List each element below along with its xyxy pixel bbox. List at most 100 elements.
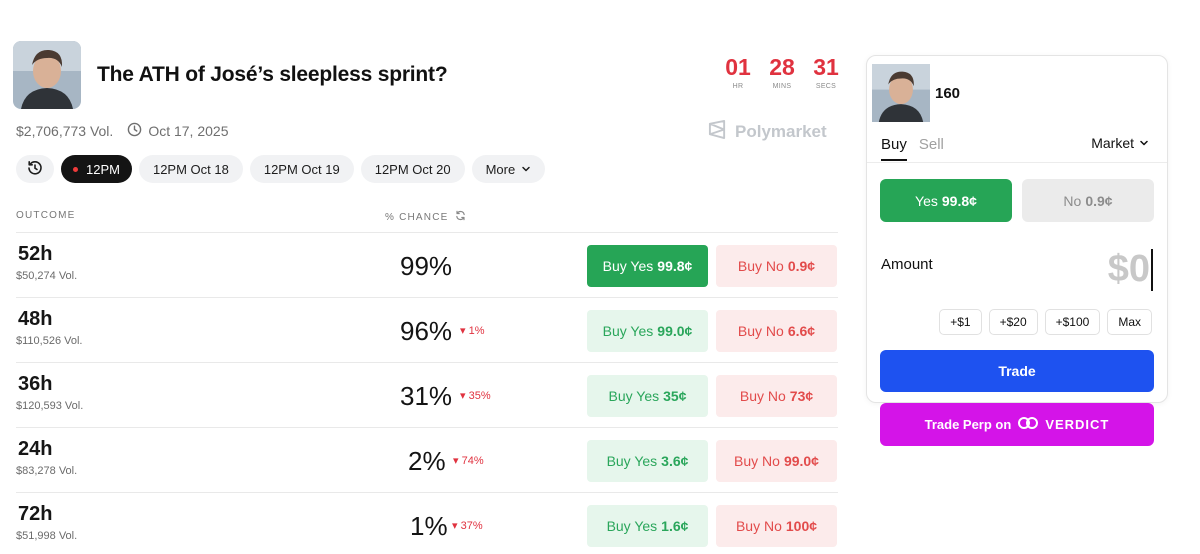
buy-no-button[interactable]: Buy No 100¢ [716, 505, 837, 547]
filter-pill-label: 12PM Oct 18 [152, 161, 229, 177]
quick-add-100-button[interactable]: +$100 [1044, 309, 1101, 335]
buy-yes-button[interactable]: Buy Yes 3.6¢ [587, 440, 708, 482]
countdown-hours: 01 HR [723, 54, 753, 90]
buy-yes-price: 35¢ [663, 388, 687, 404]
outcome-name: 36h [18, 373, 53, 395]
divider [867, 162, 1167, 163]
trade-perp-button[interactable]: Trade Perp on VERDICT [880, 403, 1154, 446]
countdown-secs-value: 31 [813, 54, 839, 80]
filter-pill-current-label: 12PM [86, 161, 120, 177]
chance-change: ▾ 1% [460, 324, 485, 337]
quick-amount-buttons: +$1 +$20 +$100 Max [939, 309, 1152, 335]
filter-pill-oct20[interactable]: 12PM Oct 20 [360, 155, 465, 183]
buy-no-button[interactable]: Buy No 6.6¢ [716, 310, 837, 352]
countdown-secs: 31 SECS [811, 54, 841, 90]
outcomes-table-header: OUTCOME % CHANCE [16, 210, 836, 224]
market-date: Oct 17, 2025 [148, 123, 229, 139]
triangle-down-icon: ▾ [453, 455, 459, 467]
buy-no-button[interactable]: Buy No 73¢ [716, 375, 837, 417]
table-row[interactable]: 36h $120,593 Vol. 31% ▾ 35% Buy Yes 35¢ B… [16, 362, 838, 427]
market-volume: $2,706,773 Vol. [16, 123, 114, 139]
outcome-volume: $120,593 Vol. [16, 400, 84, 412]
buy-yes-button[interactable]: Buy Yes 1.6¢ [587, 505, 708, 547]
chance-change-value: 74% [461, 455, 484, 467]
buy-no-label: Buy No [737, 258, 784, 274]
select-no-price: 0.9¢ [1085, 192, 1113, 209]
column-chance: % CHANCE [385, 210, 466, 224]
order-type-dropdown[interactable]: Market [1091, 135, 1149, 151]
history-filter-button[interactable] [16, 155, 54, 183]
buy-yes-button[interactable]: Buy Yes 99.0¢ [587, 310, 708, 352]
countdown-hours-value: 01 [725, 54, 751, 80]
refresh-icon[interactable] [455, 210, 466, 224]
triangle-down-icon: ▾ [460, 390, 466, 402]
select-yes-button[interactable]: Yes 99.8¢ [880, 179, 1012, 222]
buy-no-button[interactable]: Buy No 99.0¢ [716, 440, 837, 482]
select-no-label: No [1063, 192, 1082, 209]
select-no-button[interactable]: No 0.9¢ [1022, 179, 1154, 222]
buy-no-price: 99.0¢ [783, 453, 819, 469]
chance-change-value: 35% [468, 390, 491, 402]
amount-label: Amount [881, 256, 933, 273]
table-row[interactable]: 24h $83,278 Vol. 2% ▾ 74% Buy Yes 3.6¢ Bu… [16, 427, 838, 492]
quick-max-button[interactable]: Max [1107, 309, 1152, 335]
filter-pill-oct19[interactable]: 12PM Oct 19 [249, 155, 354, 183]
market-header: The ATH of José’s sleepless sprint? 01 H… [13, 41, 843, 111]
table-row[interactable]: 48h $110,526 Vol. 96% ▾ 1% Buy Yes 99.0¢ … [16, 297, 838, 362]
quick-add-20-button[interactable]: +$20 [988, 309, 1038, 335]
buy-yes-price: 1.6¢ [661, 518, 689, 534]
buy-yes-label: Buy Yes [606, 453, 658, 469]
outcome-avatar [872, 64, 930, 122]
tab-buy[interactable]: Buy [881, 136, 907, 161]
polymarket-logo-icon [708, 120, 727, 144]
outcome-chance: 99% [400, 251, 453, 281]
buy-no-label: Buy No [739, 388, 786, 404]
trade-panel: 160 Buy Sell Market Yes 99.8¢ No 0.9¢ Amou… [866, 55, 1168, 403]
more-dropdown-button[interactable]: More [471, 155, 546, 183]
countdown-mins: 28 MINS [767, 54, 797, 90]
outcome-name: 48h [18, 308, 53, 330]
buy-yes-label: Buy Yes [608, 388, 660, 404]
filter-pill-label: 12PM Oct 19 [263, 161, 340, 177]
buy-no-label: Buy No [737, 323, 784, 339]
chance-change: ▾ 35% [460, 389, 491, 402]
outcome-volume: $83,278 Vol. [16, 465, 78, 477]
tab-sell[interactable]: Sell [919, 136, 944, 161]
filter-pill-oct18[interactable]: 12PM Oct 18 [138, 155, 243, 183]
chance-change-value: 1% [468, 325, 485, 337]
buy-yes-button[interactable]: Buy Yes 99.8¢ [587, 245, 708, 287]
live-dot-icon [73, 166, 78, 172]
outcome-volume: $110,526 Vol. [16, 335, 83, 347]
outcome-chance: 96% [400, 316, 453, 346]
triangle-down-icon: ▾ [460, 325, 466, 337]
table-row[interactable]: 72h $51,998 Vol. 1% ▾ 37% Buy Yes 1.6¢ Bu… [16, 492, 838, 554]
column-chance-label: % CHANCE [385, 211, 449, 223]
trade-side-tabs: Buy Sell [881, 136, 944, 161]
buy-yes-label: Buy Yes [602, 258, 654, 274]
buy-yes-price: 3.6¢ [661, 453, 689, 469]
buy-no-button[interactable]: Buy No 0.9¢ [716, 245, 837, 287]
trade-button[interactable]: Trade [880, 350, 1154, 392]
text-caret [1151, 248, 1153, 291]
chance-change-value: 37% [460, 520, 483, 532]
amount-input[interactable]: $0 [1108, 248, 1153, 291]
market-meta: $2,706,773 Vol. Oct 17, 2025 [16, 122, 228, 140]
outcome-name: 72h [18, 503, 53, 525]
buy-yes-label: Buy Yes [602, 323, 654, 339]
buy-no-price: 100¢ [785, 518, 818, 534]
table-row[interactable]: 52h $50,274 Vol. 99% Buy Yes 99.8¢ Buy No… [16, 232, 838, 297]
countdown-secs-label: SECS [815, 83, 837, 90]
filter-pill-current[interactable]: 12PM [61, 155, 132, 183]
outcome-volume: $51,998 Vol. [16, 530, 78, 542]
more-label: More [485, 161, 516, 177]
buy-no-label: Buy No [735, 518, 782, 534]
buy-yes-button[interactable]: Buy Yes 35¢ [587, 375, 708, 417]
market-title: The ATH of José’s sleepless sprint? [97, 63, 448, 86]
buy-yes-label: Buy Yes [606, 518, 658, 534]
quick-add-1-button[interactable]: +$1 [939, 309, 982, 335]
polymarket-brand[interactable]: Polymarket [708, 120, 827, 144]
countdown-timer: 01 HR 28 MINS 31 SECS [723, 54, 841, 90]
date-filter-bar: 12PM 12PM Oct 18 12PM Oct 19 12PM Oct 20… [16, 155, 546, 183]
countdown-mins-value: 28 [769, 54, 795, 80]
select-yes-price: 99.8¢ [941, 192, 977, 209]
